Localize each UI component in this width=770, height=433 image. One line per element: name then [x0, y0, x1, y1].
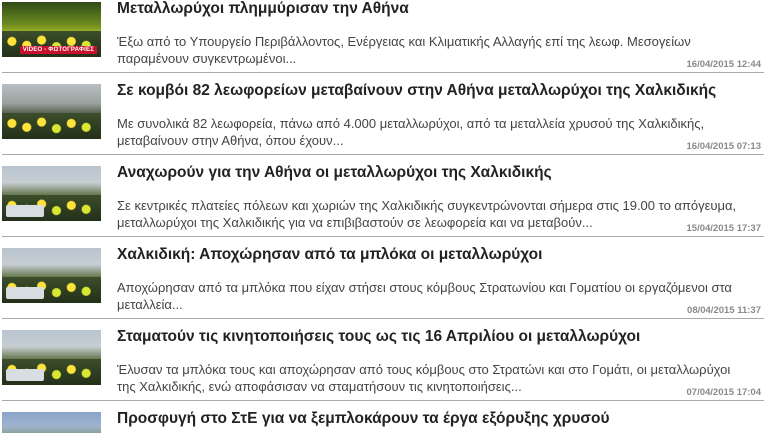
- article-summary: Σε κεντρικές πλατείες πόλεων και χωριών …: [117, 198, 737, 230]
- article-item[interactable]: Σταματούν τις κινητοποιήσεις τους ως τις…: [0, 328, 770, 410]
- article-item[interactable]: Προσφυγή στο ΣτΕ για να ξεμπλοκάρουν τα …: [0, 410, 770, 433]
- divider: [2, 72, 764, 73]
- article-summary: Έξω από το Υπουργείο Περιβάλλοντος, Ενέρ…: [117, 34, 691, 66]
- video-photos-badge: VIDEO - ΦΩΤΟΓΡΑΦΙΕΣ: [19, 46, 97, 54]
- article-summary: Με συνολικά 82 λεωφορεία, πάνω από 4.000…: [117, 116, 705, 148]
- thumbnail-image: [2, 113, 101, 139]
- article-title-link[interactable]: Μεταλλωρύχοι πλημμύρισαν την Αθήνα: [117, 0, 409, 18]
- article-date: 15/04/2015 17:37: [686, 223, 761, 234]
- article-thumbnail[interactable]: [2, 166, 101, 221]
- article-thumbnail[interactable]: [2, 330, 101, 385]
- article-title-link[interactable]: Προσφυγή στο ΣτΕ για να ξεμπλοκάρουν τα …: [117, 410, 610, 428]
- article-summary: Αποχώρησαν από τα μπλόκα που είχαν στήσε…: [117, 280, 732, 312]
- article-thumbnail[interactable]: [2, 84, 101, 139]
- article-date: 08/04/2015 11:37: [687, 305, 761, 316]
- article-thumbnail[interactable]: [2, 248, 101, 303]
- thumbnail-vehicle: [6, 369, 44, 381]
- divider: [2, 154, 764, 155]
- article-title-link[interactable]: Χαλκιδική: Αποχώρησαν από τα μπλόκα οι μ…: [117, 246, 542, 264]
- article-title-link[interactable]: Αναχωρούν για την Αθήνα οι μεταλλωρύχοι …: [117, 164, 552, 182]
- article-thumbnail[interactable]: VIDEO - ΦΩΤΟΓΡΑΦΙΕΣ: [2, 2, 101, 57]
- article-title-link[interactable]: Σε κομβόι 82 λεωφορείων μεταβαίνουν στην…: [117, 82, 716, 100]
- divider: [2, 318, 764, 319]
- thumbnail-vehicle: [6, 205, 44, 217]
- divider: [2, 236, 764, 237]
- article-thumbnail[interactable]: [2, 412, 101, 433]
- article-title-link[interactable]: Σταματούν τις κινητοποιήσεις τους ως τις…: [117, 328, 640, 346]
- thumbnail-vehicle: [6, 287, 44, 299]
- article-date: 16/04/2015 12:44: [686, 59, 761, 70]
- divider: [2, 400, 764, 401]
- article-item[interactable]: VIDEO - ΦΩΤΟΓΡΑΦΙΕΣ Μεταλλωρύχοι πλημμύρ…: [0, 0, 770, 82]
- article-item[interactable]: Χαλκιδική: Αποχώρησαν από τα μπλόκα οι μ…: [0, 246, 770, 328]
- article-item[interactable]: Σε κομβόι 82 λεωφορείων μεταβαίνουν στην…: [0, 82, 770, 164]
- article-date: 16/04/2015 07:13: [686, 141, 761, 152]
- article-item[interactable]: Αναχωρούν για την Αθήνα οι μεταλλωρύχοι …: [0, 164, 770, 246]
- article-date: 07/04/2015 17:04: [686, 387, 761, 398]
- article-summary: Έλυσαν τα μπλόκα τους και αποχώρησαν από…: [117, 362, 731, 394]
